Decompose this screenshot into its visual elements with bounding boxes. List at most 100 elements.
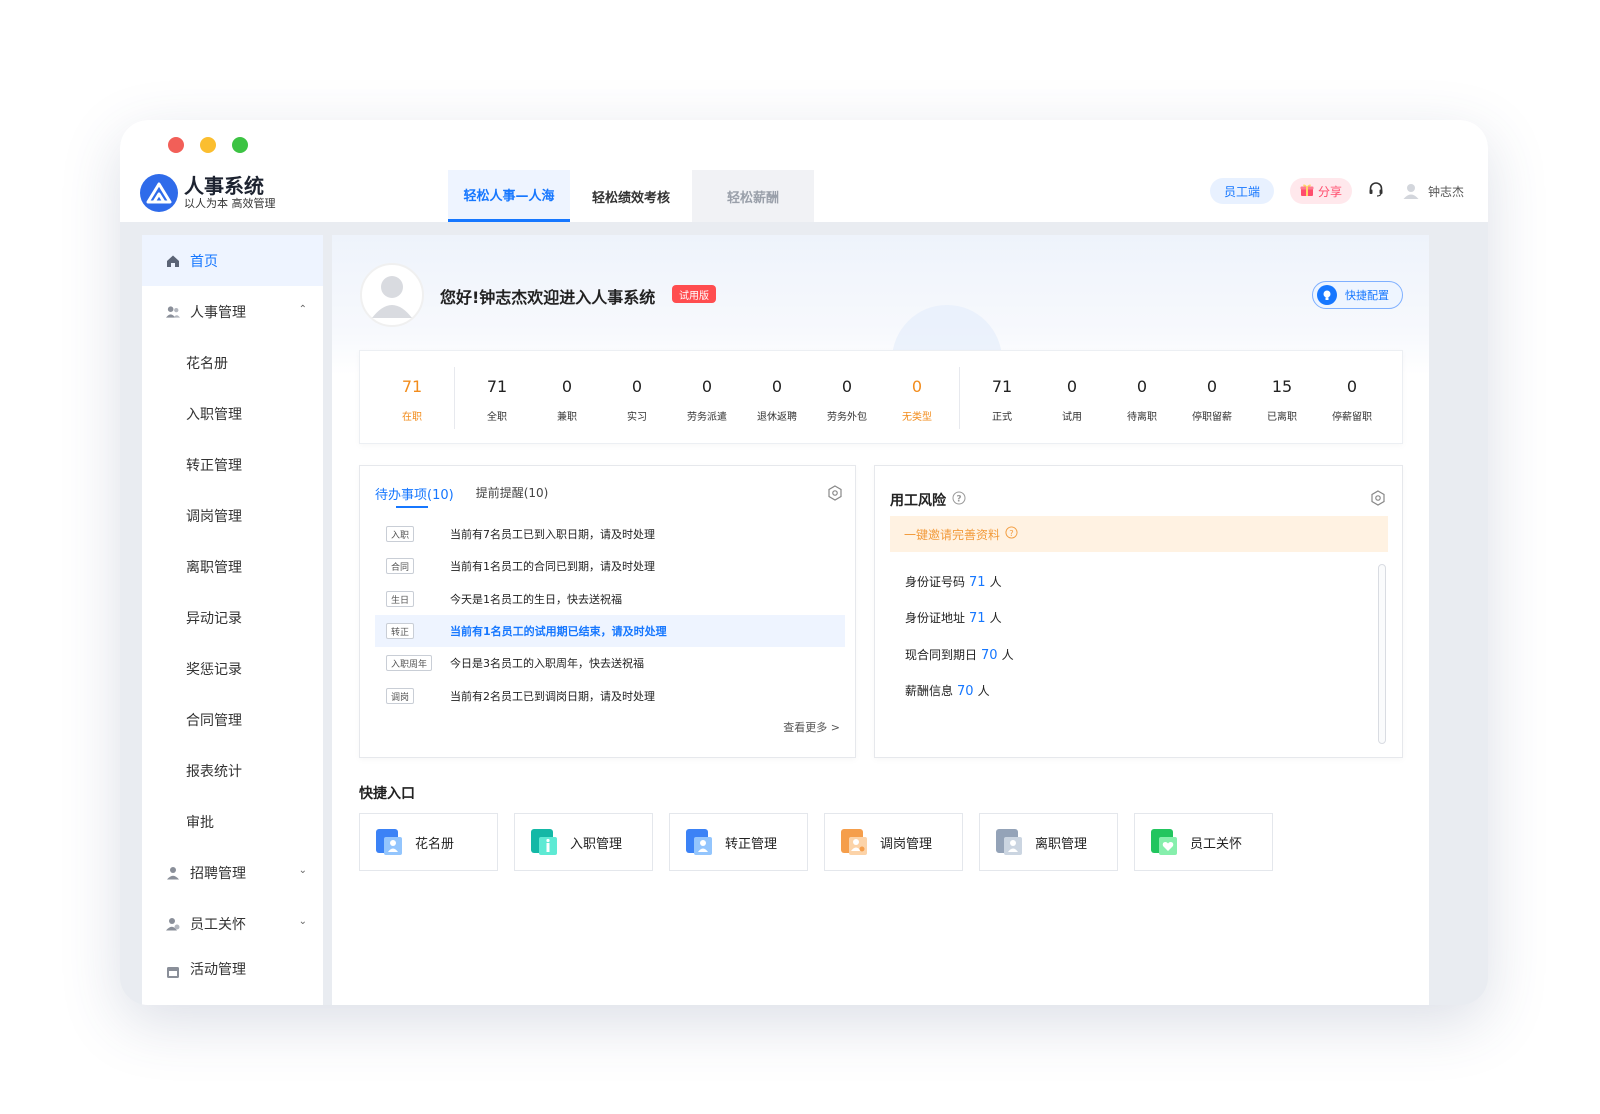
tab-todo[interactable]: 待办事项(10) bbox=[375, 484, 454, 503]
headset-icon[interactable] bbox=[1368, 181, 1384, 201]
close-window-button[interactable] bbox=[168, 137, 184, 153]
stat-intern[interactable]: 0 实习 bbox=[602, 351, 672, 445]
sidebar-item-onboarding[interactable]: 入职管理 bbox=[142, 388, 323, 439]
stat-value: 0 bbox=[561, 377, 573, 396]
invite-complete-profile-button[interactable]: 一键邀请完善资料 ? bbox=[890, 516, 1388, 552]
stat-label: 全职 bbox=[487, 412, 507, 423]
sidebar-item-change-records[interactable]: 异动记录 bbox=[142, 592, 323, 643]
quick-employee-care-button[interactable]: 员工关怀 bbox=[1134, 813, 1273, 871]
quick-roster-button[interactable]: 花名册 bbox=[359, 813, 498, 871]
stat-part-time[interactable]: 0 兼职 bbox=[532, 351, 602, 445]
stat-full-time[interactable]: 71 全职 bbox=[462, 351, 532, 445]
quick-label: 花名册 bbox=[415, 836, 455, 852]
sidebar-item-employee-care[interactable]: 员工关怀 ⌄ bbox=[142, 898, 323, 949]
stat-value: 71 bbox=[486, 377, 508, 396]
risk-item[interactable]: 薪酬信息 70 人 bbox=[905, 682, 990, 699]
stat-divider bbox=[454, 367, 455, 429]
employee-stats: 71 在职 71 全职 0 兼职 0 实习 0 劳务派遣 0 退休返聘 0 劳务外包 0 无类型… bbox=[359, 350, 1403, 444]
todo-row[interactable]: 生日 今天是1名员工的生日，快去送祝福 bbox=[375, 583, 845, 615]
lightbulb-icon bbox=[1317, 285, 1337, 305]
employee-care-icon bbox=[1150, 828, 1178, 856]
user-icon[interactable] bbox=[1402, 182, 1420, 200]
scrollbar[interactable] bbox=[1378, 564, 1386, 744]
help-icon[interactable]: ? bbox=[952, 491, 966, 509]
sidebar-item-recruitment[interactable]: 招聘管理 ⌄ bbox=[142, 847, 323, 898]
header-actions: 员工端 分享 钟志杰 bbox=[1209, 178, 1464, 204]
sidebar-item-contracts[interactable]: 合同管理 bbox=[142, 694, 323, 745]
stat-outsourced[interactable]: 0 劳务外包 bbox=[812, 351, 882, 445]
stat-no-type[interactable]: 0 无类型 bbox=[882, 351, 952, 445]
product-tabs: 轻松人事—人海 轻松绩效考核 轻松薪酬 bbox=[448, 170, 814, 222]
stat-unpaid-leave[interactable]: 0 停薪留职 bbox=[1317, 351, 1387, 445]
sidebar-item-label: 活动管理 bbox=[190, 962, 246, 978]
help-icon[interactable]: ? bbox=[1005, 526, 1018, 542]
stat-value: 71 bbox=[401, 377, 423, 396]
stat-dispatch[interactable]: 0 劳务派遣 bbox=[672, 351, 742, 445]
logo-icon bbox=[140, 174, 178, 212]
employee-portal-button[interactable]: 员工端 bbox=[1209, 178, 1274, 204]
risk-unit: 人 bbox=[989, 611, 1002, 625]
quick-onboarding-button[interactable]: 入职管理 bbox=[514, 813, 653, 871]
risk-label: 薪酬信息 bbox=[905, 684, 954, 698]
sidebar-item-regularization[interactable]: 转正管理 bbox=[142, 439, 323, 490]
todo-row[interactable]: 合同 当前有1名员工的合同已到期，请及时处理 bbox=[375, 550, 845, 582]
quick-config-button[interactable]: 快捷配置 bbox=[1312, 281, 1403, 309]
sidebar-item-rewards[interactable]: 奖惩记录 bbox=[142, 643, 323, 694]
quick-config-label: 快捷配置 bbox=[1345, 289, 1389, 302]
tab-reminders[interactable]: 提前提醒(10) bbox=[476, 484, 549, 503]
main-content: 您好!钟志杰欢迎进入人事系统 试用版 快捷配置 71 在职 71 全职 0 兼职 0 实… bbox=[332, 235, 1429, 1005]
stat-label: 停薪留职 bbox=[1332, 412, 1372, 423]
stat-resigned[interactable]: 15 已离职 bbox=[1247, 351, 1317, 445]
stat-pending-leave[interactable]: 0 待离职 bbox=[1107, 351, 1177, 445]
quick-label: 转正管理 bbox=[725, 836, 778, 852]
stat-formal[interactable]: 71 正式 bbox=[967, 351, 1037, 445]
risk-label: 身份证号码 bbox=[905, 575, 966, 589]
todo-tag: 生日 bbox=[386, 591, 415, 607]
share-button[interactable]: 分享 bbox=[1289, 178, 1352, 204]
sidebar-item-transfer[interactable]: 调岗管理 bbox=[142, 490, 323, 541]
stat-label: 无类型 bbox=[902, 412, 932, 423]
todo-row[interactable]: 调岗 当前有2名员工已到调岗日期，请及时处理 bbox=[375, 680, 845, 712]
avatar[interactable] bbox=[360, 263, 424, 327]
quick-transfer-button[interactable]: 调岗管理 bbox=[824, 813, 963, 871]
risk-item[interactable]: 身份证地址 71 人 bbox=[905, 609, 1002, 626]
risk-item[interactable]: 身份证号码 71 人 bbox=[905, 573, 1002, 590]
todo-row-highlighted[interactable]: 转正 当前有1名员工的试用期已结束，请及时处理 bbox=[375, 615, 845, 647]
home-icon bbox=[166, 254, 180, 268]
risk-item[interactable]: 现合同到期日 70 人 bbox=[905, 646, 1014, 663]
tab-salary[interactable]: 轻松薪酬 bbox=[692, 170, 814, 222]
todo-tag: 转正 bbox=[386, 623, 415, 639]
sidebar-item-home[interactable]: 首页 bbox=[142, 235, 323, 286]
settings-icon[interactable] bbox=[827, 485, 843, 501]
greeting-text: 您好!钟志杰欢迎进入人事系统 bbox=[440, 288, 656, 307]
quick-label: 离职管理 bbox=[1035, 836, 1088, 852]
stat-suspended-paid[interactable]: 0 停职留薪 bbox=[1177, 351, 1247, 445]
todo-row[interactable]: 入职 当前有7名员工已到入职日期，请及时处理 bbox=[375, 518, 845, 550]
view-more-link[interactable]: 查看更多 > bbox=[783, 719, 840, 735]
sidebar-item-resignation[interactable]: 离职管理 bbox=[142, 541, 323, 592]
maximize-window-button[interactable] bbox=[232, 137, 248, 153]
roster-icon bbox=[375, 828, 403, 856]
settings-icon[interactable] bbox=[1370, 490, 1386, 506]
user-icon bbox=[166, 866, 180, 880]
stat-probation[interactable]: 0 试用 bbox=[1037, 351, 1107, 445]
app-logo[interactable]: 人事系统 以人为本 高效管理 bbox=[140, 174, 276, 212]
sidebar-item-activities[interactable]: 活动管理 bbox=[142, 949, 323, 979]
sidebar-item-hr-management[interactable]: 人事管理 ⌃ bbox=[142, 286, 323, 337]
stat-on-job[interactable]: 71 在职 bbox=[377, 351, 447, 445]
stat-label: 兼职 bbox=[557, 412, 577, 423]
todo-row[interactable]: 入职周年 今日是3名员工的入职周年，快去送祝福 bbox=[375, 647, 845, 679]
minimize-window-button[interactable] bbox=[200, 137, 216, 153]
sidebar-item-approval[interactable]: 审批 bbox=[142, 796, 323, 847]
stat-label: 劳务外包 bbox=[827, 412, 867, 423]
tab-performance[interactable]: 轻松绩效考核 bbox=[570, 170, 692, 222]
tab-hr[interactable]: 轻松人事—人海 bbox=[448, 170, 570, 222]
sidebar: 首页 人事管理 ⌃ 花名册 入职管理 转正管理 调岗管理 离职管理 异动记录 奖… bbox=[142, 235, 323, 1005]
quick-resignation-button[interactable]: 离职管理 bbox=[979, 813, 1118, 871]
sidebar-item-roster[interactable]: 花名册 bbox=[142, 337, 323, 388]
quick-regularization-button[interactable]: 转正管理 bbox=[669, 813, 808, 871]
user-name[interactable]: 钟志杰 bbox=[1428, 183, 1464, 200]
sidebar-item-reports[interactable]: 报表统计 bbox=[142, 745, 323, 796]
quick-label: 调岗管理 bbox=[880, 836, 933, 852]
stat-retired-rehire[interactable]: 0 退休返聘 bbox=[742, 351, 812, 445]
